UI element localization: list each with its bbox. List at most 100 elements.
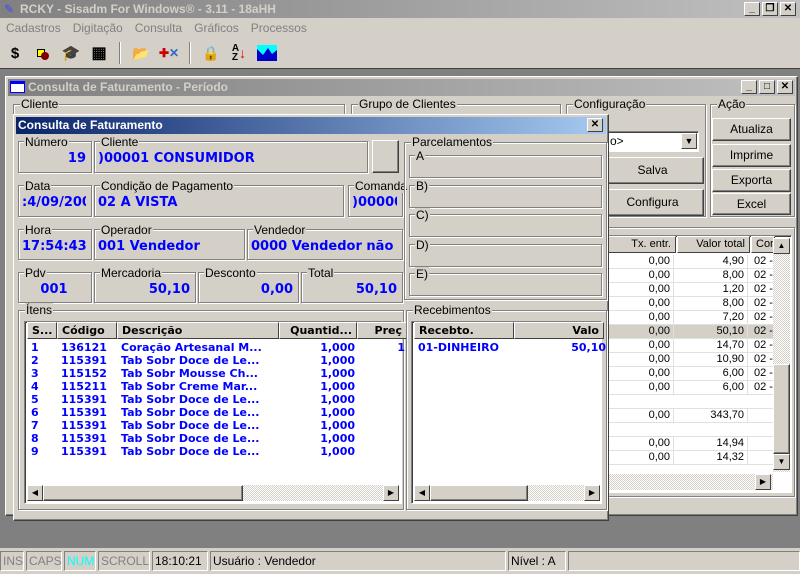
results-row[interactable]: 0,00 8,00 02 -	[607, 297, 773, 311]
cliente-lookup-button[interactable]	[372, 140, 399, 173]
recebimentos-column-header[interactable]: Valo	[514, 322, 604, 339]
itens-column-header[interactable]: S...	[27, 322, 57, 339]
parcelamento-label: D)	[415, 237, 430, 252]
itens-row[interactable]: 1 136121 Coração Artesanal M... 1,000 1	[27, 341, 405, 354]
scroll-right-button[interactable]: ▶	[584, 485, 600, 501]
sort-az-icon[interactable]: A Z ↓	[228, 42, 250, 64]
results-row[interactable]: 0,00 14,32	[607, 451, 773, 465]
itens-cell: 7	[31, 419, 39, 432]
results-column-header[interactable]: Con	[751, 236, 775, 253]
recebimentos-hscroll-thumb[interactable]	[430, 485, 528, 501]
itens-row[interactable]: 4 115211 Tab Sobr Creme Mar... 1,000	[27, 380, 399, 393]
restore-button[interactable]: ❐	[762, 2, 778, 16]
close-button[interactable]: ✕	[777, 80, 793, 94]
numero-value: 19	[67, 151, 86, 166]
dollar-icon[interactable]: $	[4, 42, 26, 64]
shapes-icon[interactable]	[32, 42, 54, 64]
chevron-down-icon[interactable]: ▼	[681, 133, 697, 149]
child-title: Consulta de Faturamento - Período	[28, 80, 229, 94]
itens-row[interactable]: 6 115391 Tab Sobr Doce de Le... 1,000	[27, 406, 399, 419]
open-folder-icon[interactable]: 📂	[130, 42, 152, 64]
results-row[interactable]: 0,00 6,00 02 -	[607, 367, 773, 381]
results-cell: 0,00	[607, 409, 674, 422]
results-column-header[interactable]: Tx. entr.	[607, 236, 676, 253]
menu-cadastros[interactable]: Cadastros	[0, 19, 67, 37]
itens-cell: 136121	[61, 341, 107, 354]
itens-row[interactable]: 2 115391 Tab Sobr Doce de Le... 1,000	[27, 354, 399, 367]
results-vscroll-thumb[interactable]	[773, 364, 790, 454]
results-row[interactable]: 0,00 8,00 02 -	[607, 269, 773, 283]
itens-column-header[interactable]: Descrição	[117, 322, 279, 339]
atualiza-button[interactable]: Atualiza	[712, 118, 791, 141]
condicao-field: Condição de Pagamento 02 À VISTA	[94, 179, 344, 217]
results-row[interactable]: 0,00 343,70	[607, 409, 773, 423]
toolbar-separator	[119, 42, 121, 64]
itens-row[interactable]: 9 115391 Tab Sobr Doce de Le... 1,000	[27, 445, 399, 458]
grid-icon[interactable]: ▦	[88, 42, 110, 64]
results-column-header[interactable]: Valor total	[677, 236, 750, 253]
exporta-button[interactable]: Exporta	[712, 169, 791, 192]
comanda-label: Comanda	[354, 179, 409, 193]
configura-button[interactable]: Configura	[601, 189, 704, 216]
results-row[interactable]: 0,00 6,00 02 -	[607, 381, 773, 395]
results-row[interactable]	[607, 423, 773, 437]
results-row[interactable]: 0,00 1,20 02 -	[607, 283, 773, 297]
scroll-right-button[interactable]: ▶	[755, 474, 771, 490]
cliente-field: Cliente)00001 CONSUMIDOR	[94, 135, 368, 173]
graduation-cap-icon[interactable]: 🎓	[60, 42, 82, 64]
itens-cell: 2	[31, 354, 39, 367]
itens-column-header[interactable]: Quantid...	[279, 322, 357, 339]
itens-label: Ítens	[25, 303, 54, 317]
results-row[interactable]: 0,00 4,90 02 -	[607, 255, 773, 269]
area-chart-icon[interactable]	[256, 42, 278, 64]
itens-row[interactable]: 8 115391 Tab Sobr Doce de Le... 1,000	[27, 432, 399, 445]
itens-cell: 1,000	[320, 380, 355, 393]
itens-cell: Tab Sobr Mousse Ch...	[121, 367, 258, 380]
menu-consulta[interactable]: Consulta	[129, 19, 188, 37]
results-row[interactable]: 0,00 14,94	[607, 437, 773, 451]
config-combo[interactable]: o> ▼	[601, 131, 699, 152]
itens-cell: Tab Sobr Doce de Le...	[121, 406, 260, 419]
menu-graficos[interactable]: Gráficos	[188, 19, 245, 37]
results-cell: 0,00	[607, 269, 674, 282]
itens-hscroll-thumb[interactable]	[43, 485, 243, 501]
scroll-left-button[interactable]: ◀	[414, 485, 430, 501]
minimize-button[interactable]: _	[744, 2, 760, 16]
tools-icon[interactable]: ✚ ✕	[158, 42, 180, 64]
itens-row[interactable]: 7 115391 Tab Sobr Doce de Le... 1,000	[27, 419, 399, 432]
recebimentos-column-header[interactable]: Recebto.	[414, 322, 514, 339]
recebimentos-row[interactable]: 01-DINHEIRO 50,10	[414, 341, 606, 354]
recebimentos-grid[interactable]: Recebto. Valo 01-DINHEIRO 50,10 ◀ ▶	[411, 321, 606, 504]
itens-cell: 3	[31, 367, 39, 380]
close-button[interactable]: ✕	[780, 2, 796, 16]
imprime-button[interactable]: Imprime	[712, 144, 791, 167]
operador-field: Operador 001 Vendedor	[94, 223, 245, 260]
salva-button[interactable]: Salva	[601, 157, 704, 184]
scroll-right-button[interactable]: ▶	[383, 485, 399, 501]
results-row-selected[interactable]: 0,00 50,10 02 -	[607, 325, 773, 339]
results-row[interactable]: 0,00 14,70 02 -	[607, 339, 773, 353]
results-cell: 0,00	[607, 451, 674, 464]
menu-digitacao[interactable]: Digitação	[67, 19, 129, 37]
minimize-button[interactable]: _	[741, 80, 757, 94]
maximize-button[interactable]: □	[759, 80, 775, 94]
results-row[interactable]: 0,00 10,90 02 -	[607, 353, 773, 367]
itens-column-header[interactable]: Preç	[357, 322, 407, 339]
scroll-left-button[interactable]: ◀	[27, 485, 43, 501]
close-button[interactable]: ✕	[587, 118, 603, 132]
itens-grid[interactable]: S... Código Descrição Quantid... Preç 1 136121…	[24, 321, 407, 504]
menu-processos[interactable]: Processos	[245, 19, 313, 37]
results-row[interactable]	[607, 395, 773, 409]
itens-column-header[interactable]: Código	[57, 322, 117, 339]
results-cell: 10,90	[677, 353, 748, 366]
results-hscroll-track[interactable]	[607, 474, 773, 490]
lock-icon[interactable]: 🔒	[200, 42, 222, 64]
results-row[interactable]: 0,00 7,20 02 -	[607, 311, 773, 325]
scroll-down-button[interactable]: ▼	[773, 454, 790, 470]
itens-row[interactable]: 5 115391 Tab Sobr Doce de Le... 1,000	[27, 393, 399, 406]
itens-row[interactable]: 3 115152 Tab Sobr Mousse Ch... 1,000	[27, 367, 399, 380]
results-cell: 0,00	[607, 381, 674, 394]
scroll-up-button[interactable]: ▲	[773, 238, 790, 254]
excel-button[interactable]: Excel	[712, 193, 791, 215]
results-grid[interactable]: Tx. entr. Valor total Con 0,00 4,90 02 -0,00 8…	[604, 235, 792, 493]
